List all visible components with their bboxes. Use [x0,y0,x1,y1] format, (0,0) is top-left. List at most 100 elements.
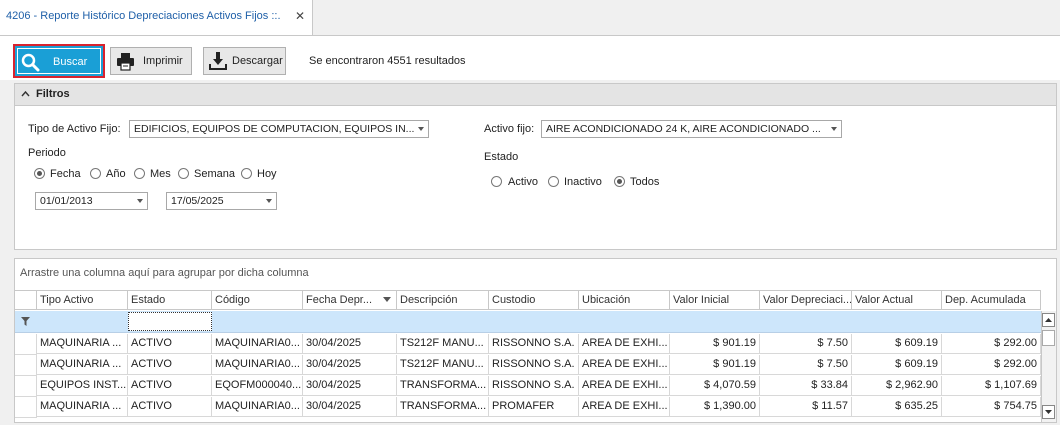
radio-todos-label: Todos [630,176,660,188]
table-cell[interactable]: RISSONNO S.A. [489,376,579,396]
table-cell[interactable]: PROMAFER [489,397,579,417]
table-cell[interactable]: 30/04/2025 [303,376,397,396]
table-cell[interactable]: MAQUINARIA ... [37,397,128,417]
table-cell[interactable]: 30/04/2025 [303,397,397,417]
date-to-value: 17/05/2025 [171,195,224,207]
table-cell[interactable]: $ 901.19 [670,334,760,354]
column-header[interactable]: Ubicación [579,290,670,310]
table-cell[interactable]: RISSONNO S.A. [489,355,579,375]
table-cell[interactable]: TS212F MANU... [397,334,489,354]
table-cell[interactable]: $ 609.19 [852,334,942,354]
triangle-down-icon [1045,410,1052,414]
print-button[interactable]: Imprimir [110,47,192,75]
radio-fecha[interactable] [34,168,45,179]
search-button[interactable]: Buscar [13,44,105,78]
column-header[interactable]: Tipo Activo [37,290,128,310]
table-cell[interactable]: TS212F MANU... [397,355,489,375]
table-cell[interactable]: TRANSFORMA... [397,397,489,417]
radio-activo-label: Activo [508,176,538,188]
table-cell[interactable]: ACTIVO [128,397,212,417]
activo-fijo-value: AIRE ACONDICIONADO 24 K, AIRE ACONDICION… [546,123,821,135]
date-to-picker[interactable]: 17/05/2025 [166,192,277,210]
radio-semana[interactable] [178,168,189,179]
chevron-down-icon [831,127,837,131]
sort-descending-icon [383,297,391,302]
table-cell[interactable]: $ 7.50 [760,334,852,354]
table-cell[interactable]: MAQUINARIA ... [37,334,128,354]
row-indicator[interactable] [15,334,37,355]
table-cell[interactable]: EQUIPOS INST... [37,376,128,396]
table-cell[interactable]: AREA DE EXHI... [579,376,670,396]
scroll-up-button[interactable] [1042,313,1055,327]
table-cell[interactable]: ACTIVO [128,334,212,354]
search-button-label: Buscar [53,56,88,68]
chevron-down-icon [418,127,424,131]
table-cell[interactable]: AREA DE EXHI... [579,355,670,375]
radio-mes-label: Mes [150,168,171,180]
table-cell[interactable]: AREA DE EXHI... [579,334,670,354]
radio-hoy[interactable] [241,168,252,179]
column-header[interactable]: Valor Depreciaci... [760,290,852,310]
row-indicator[interactable] [15,376,37,397]
table-cell[interactable]: $ 292.00 [942,334,1041,354]
filter-cell-estado[interactable] [128,312,212,331]
radio-todos[interactable] [614,176,625,187]
results-count: Se encontraron 4551 resultados [309,55,466,67]
filter-icon[interactable] [21,317,30,326]
column-header[interactable]: Dep. Acumulada [942,290,1041,310]
column-header[interactable]: Código [212,290,303,310]
table-cell[interactable]: $ 11.57 [760,397,852,417]
radio-semana-label: Semana [194,168,235,180]
scroll-thumb[interactable] [1042,330,1055,346]
table-cell[interactable]: AREA DE EXHI... [579,397,670,417]
table-cell[interactable]: $ 901.19 [670,355,760,375]
column-header[interactable]: Estado [128,290,212,310]
table-cell[interactable]: $ 4,070.59 [670,376,760,396]
table-cell[interactable]: 30/04/2025 [303,334,397,354]
table-cell[interactable]: RISSONNO S.A. [489,334,579,354]
radio-fecha-label: Fecha [50,168,81,180]
radio-anio[interactable] [90,168,101,179]
radio-mes[interactable] [134,168,145,179]
table-cell[interactable]: $ 7.50 [760,355,852,375]
table-cell[interactable]: $ 2,962.90 [852,376,942,396]
group-panel-hint: Arrastre una columna aquí para agrupar p… [20,267,309,279]
activo-fijo-label: Activo fijo: [484,123,535,135]
table-cell[interactable]: $ 1,107.69 [942,376,1041,396]
table-cell[interactable]: MAQUINARIA0... [212,334,303,354]
table-cell[interactable]: $ 635.25 [852,397,942,417]
radio-hoy-label: Hoy [257,168,277,180]
table-cell[interactable]: MAQUINARIA0... [212,397,303,417]
radio-inactivo[interactable] [548,176,559,187]
download-button[interactable]: Descargar [203,47,286,75]
table-cell[interactable]: MAQUINARIA ... [37,355,128,375]
table-cell[interactable]: EQOFM000040... [212,376,303,396]
column-header[interactable]: Custodio [489,290,579,310]
scroll-down-button[interactable] [1042,405,1055,419]
column-header[interactable]: Valor Actual [852,290,942,310]
table-cell[interactable]: TRANSFORMA... [397,376,489,396]
printer-icon [117,53,134,71]
table-cell[interactable]: $ 754.75 [942,397,1041,417]
table-cell[interactable]: $ 609.19 [852,355,942,375]
activo-fijo-combo[interactable]: AIRE ACONDICIONADO 24 K, AIRE ACONDICION… [541,120,842,138]
tipo-activo-label: Tipo de Activo Fijo: [28,123,121,135]
table-cell[interactable]: ACTIVO [128,376,212,396]
tipo-activo-combo[interactable]: EDIFICIOS, EQUIPOS DE COMPUTACION, EQUIP… [129,120,429,138]
table-cell[interactable]: $ 33.84 [760,376,852,396]
date-from-picker[interactable]: 01/01/2013 [35,192,148,210]
table-cell[interactable]: 30/04/2025 [303,355,397,375]
table-cell[interactable]: MAQUINARIA0... [212,355,303,375]
chevron-down-icon [266,199,272,203]
tab-close-icon[interactable]: ✕ [295,9,305,23]
table-cell[interactable]: ACTIVO [128,355,212,375]
filters-header[interactable] [15,84,1056,106]
column-header[interactable]: Descripción [397,290,489,310]
row-indicator[interactable] [15,355,37,376]
table-cell[interactable]: $ 292.00 [942,355,1041,375]
table-cell[interactable]: $ 1,390.00 [670,397,760,417]
radio-activo[interactable] [491,176,502,187]
column-header[interactable]: Valor Inicial [670,290,760,310]
row-indicator[interactable] [15,397,37,418]
chevron-up-icon[interactable] [21,90,30,97]
